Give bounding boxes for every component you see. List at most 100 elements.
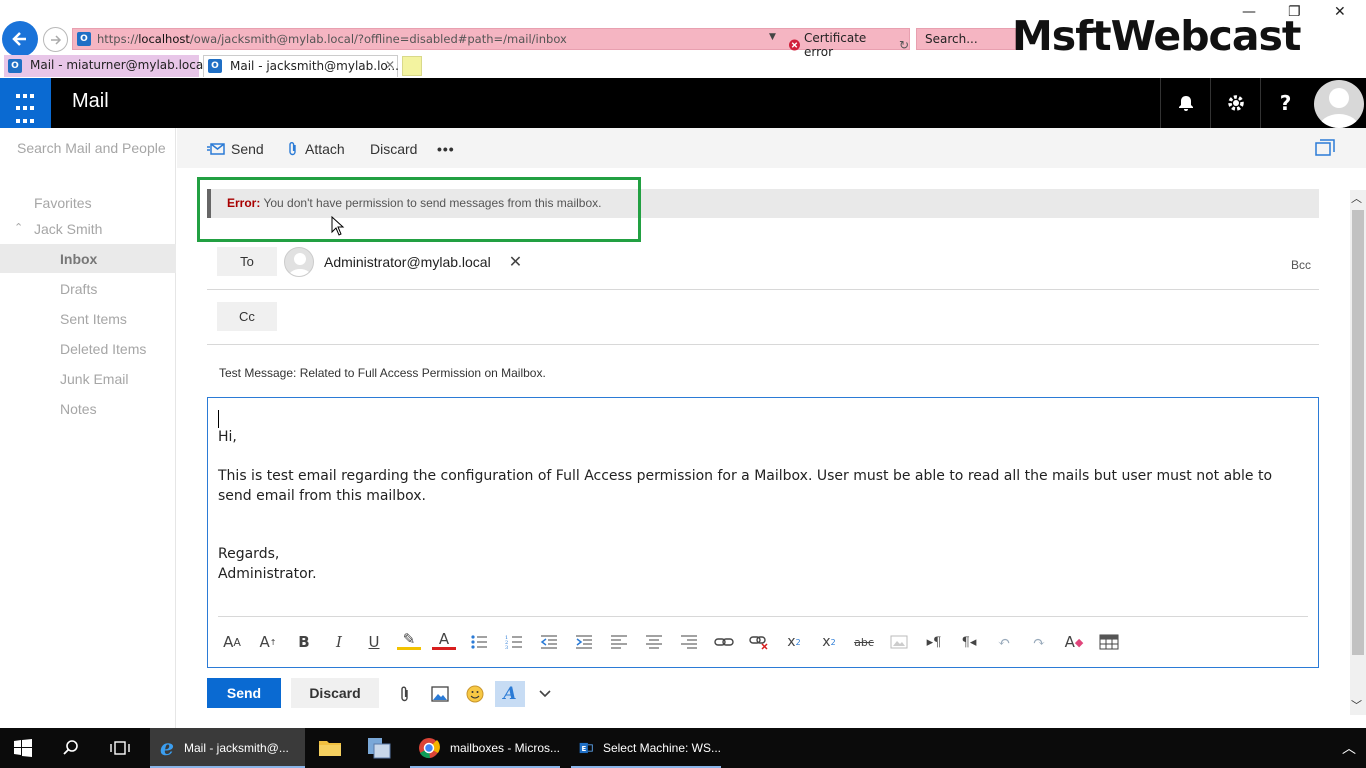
rtl-icon[interactable]: ¶◂ (957, 630, 981, 654)
start-button[interactable] (14, 728, 32, 768)
clear-formatting-icon[interactable]: A ◆ (1062, 630, 1086, 654)
font-icon[interactable]: AA (220, 630, 244, 654)
ltr-icon[interactable]: ▸¶ (922, 630, 946, 654)
favorites-header[interactable]: Favorites (34, 195, 92, 211)
insert-picture-icon[interactable] (887, 630, 911, 654)
outlook-icon: O (77, 32, 91, 46)
remove-recipient-icon[interactable]: ✕ (509, 252, 522, 272)
superscript-icon[interactable]: x2 (782, 630, 806, 654)
address-bar[interactable]: O https://localhost/owa/jacksmith@mylab.… (72, 28, 910, 59)
sidebar-item-deleted-items[interactable]: Deleted Items (60, 341, 146, 357)
taskbar: e Mail - jacksmith@... mailboxes - Micro… (0, 728, 1366, 768)
numbering-icon[interactable]: 123 (502, 630, 526, 654)
strikethrough-icon[interactable]: abc (852, 630, 876, 654)
folder-icon (319, 741, 341, 756)
taskbar-search-button[interactable] (62, 728, 80, 768)
forward-button[interactable] (43, 27, 68, 52)
message-body-editor[interactable]: Hi, This is test email regarding the con… (207, 397, 1319, 668)
undo-icon[interactable]: ↶ (992, 630, 1016, 654)
scrollbar-thumb[interactable] (1352, 210, 1364, 655)
highlight-icon[interactable]: ✎ (397, 630, 421, 650)
dropdown-icon[interactable]: ▼ (769, 32, 776, 42)
bcc-button[interactable]: Bcc (1291, 258, 1311, 272)
server-icon (368, 738, 391, 759)
decrease-indent-icon[interactable] (537, 630, 561, 654)
scroll-up-icon[interactable]: ︿ (1351, 190, 1362, 206)
app-launcher-icon[interactable] (0, 78, 51, 128)
formatting-toggle-icon[interactable]: A (495, 681, 525, 707)
font-size-icon[interactable]: A ↑ (256, 630, 280, 654)
help-icon[interactable]: ? (1260, 78, 1310, 128)
taskbar-item-ie-mail[interactable]: e Mail - jacksmith@... (150, 728, 305, 768)
close-window-icon[interactable]: ✕ (1334, 4, 1346, 20)
tab-miaturner[interactable]: O Mail - miaturner@mylab.local (4, 55, 207, 77)
outlook-icon: O (8, 59, 22, 73)
settings-button[interactable] (1210, 78, 1260, 128)
bullets-icon[interactable] (467, 630, 491, 654)
taskbar-file-explorer[interactable] (318, 728, 342, 768)
subscript-icon[interactable]: x2 (817, 630, 841, 654)
restore-icon[interactable]: ❐ (1288, 4, 1301, 20)
emoji-icon[interactable] (462, 681, 488, 707)
remove-link-icon[interactable] (747, 630, 771, 654)
taskbar-item-chrome[interactable]: mailboxes - Micros... (410, 728, 560, 768)
back-button[interactable] (2, 21, 38, 57)
bold-icon[interactable]: B (292, 630, 316, 654)
exchange-icon: E (579, 742, 593, 753)
svg-text:E: E (582, 745, 587, 753)
attach-icon[interactable] (392, 681, 418, 707)
to-button[interactable]: To (217, 247, 277, 276)
task-view-button[interactable] (110, 728, 130, 768)
toolbar-discard-button[interactable]: Discard (370, 141, 417, 157)
increase-indent-icon[interactable] (572, 630, 596, 654)
message-body-text[interactable]: Hi, This is test email regarding the con… (218, 428, 1308, 584)
minimize-icon[interactable]: — (1242, 4, 1256, 20)
new-tab-button[interactable] (402, 56, 422, 76)
sidebar-item-sent-items[interactable]: Sent Items (60, 311, 127, 327)
refresh-icon[interactable]: ↻ (899, 38, 909, 52)
insert-table-icon[interactable] (1097, 630, 1121, 654)
align-center-icon[interactable] (642, 630, 666, 654)
recipient-chip[interactable]: Administrator@mylab.local ✕ (284, 247, 522, 277)
account-name[interactable]: Jack Smith (34, 221, 102, 237)
cc-button[interactable]: Cc (217, 302, 277, 331)
avatar[interactable] (1314, 80, 1364, 128)
scroll-down-icon[interactable]: ﹀ (1351, 697, 1362, 713)
discard-button[interactable]: Discard (291, 678, 379, 708)
search-mail-input[interactable]: Search Mail and People (17, 140, 166, 156)
taskbar-server-manager[interactable] (366, 728, 392, 768)
arrow-right-icon (50, 34, 61, 45)
send-button[interactable]: Send (207, 678, 281, 708)
align-left-icon[interactable] (607, 630, 631, 654)
notifications-button[interactable] (1160, 78, 1210, 128)
toolbar-more-button[interactable]: ••• (437, 141, 455, 157)
italic-icon[interactable]: I (327, 630, 351, 654)
divider (207, 344, 1319, 345)
divider (207, 289, 1319, 290)
sidebar-item-junk-email[interactable]: Junk Email (60, 371, 128, 387)
sidebar-item-notes[interactable]: Notes (60, 401, 97, 417)
chevron-down-icon[interactable] (532, 681, 558, 707)
sidebar-item-inbox[interactable]: Inbox (60, 251, 97, 267)
folder-pane: Search Mail and People Favorites ⌃ Jack … (0, 128, 176, 728)
underline-icon[interactable]: U (362, 630, 386, 654)
font-color-icon[interactable]: A (432, 630, 456, 650)
certificate-error[interactable]: Certificate error ↻ (789, 31, 909, 59)
insert-link-icon[interactable] (712, 630, 736, 654)
insert-image-icon[interactable] (427, 681, 453, 707)
toolbar-send-button[interactable]: Send (207, 141, 264, 157)
toolbar-attach-button[interactable]: Attach (287, 141, 345, 157)
taskbar-item-label: mailboxes - Micros... (449, 741, 560, 755)
sidebar-item-drafts[interactable]: Drafts (60, 281, 97, 297)
browser-search-input[interactable]: Search... (916, 28, 1016, 50)
tab-jacksmith[interactable]: O Mail - jacksmith@mylab.lo... ✕ (203, 55, 399, 77)
subject-field[interactable]: Test Message: Related to Full Access Per… (219, 366, 546, 380)
taskbar-item-exchange[interactable]: E Select Machine: WS... (571, 728, 721, 768)
popout-icon[interactable] (1315, 139, 1335, 161)
redo-icon[interactable]: ↷ (1027, 630, 1051, 654)
chevron-up-icon[interactable]: ⌃ (14, 221, 23, 234)
align-right-icon[interactable] (677, 630, 701, 654)
watermark-logo: MsftWebcast (1012, 12, 1302, 60)
tray-chevron-up-icon[interactable]: ︿ (1342, 728, 1356, 768)
close-tab-icon[interactable]: ✕ (385, 58, 395, 72)
